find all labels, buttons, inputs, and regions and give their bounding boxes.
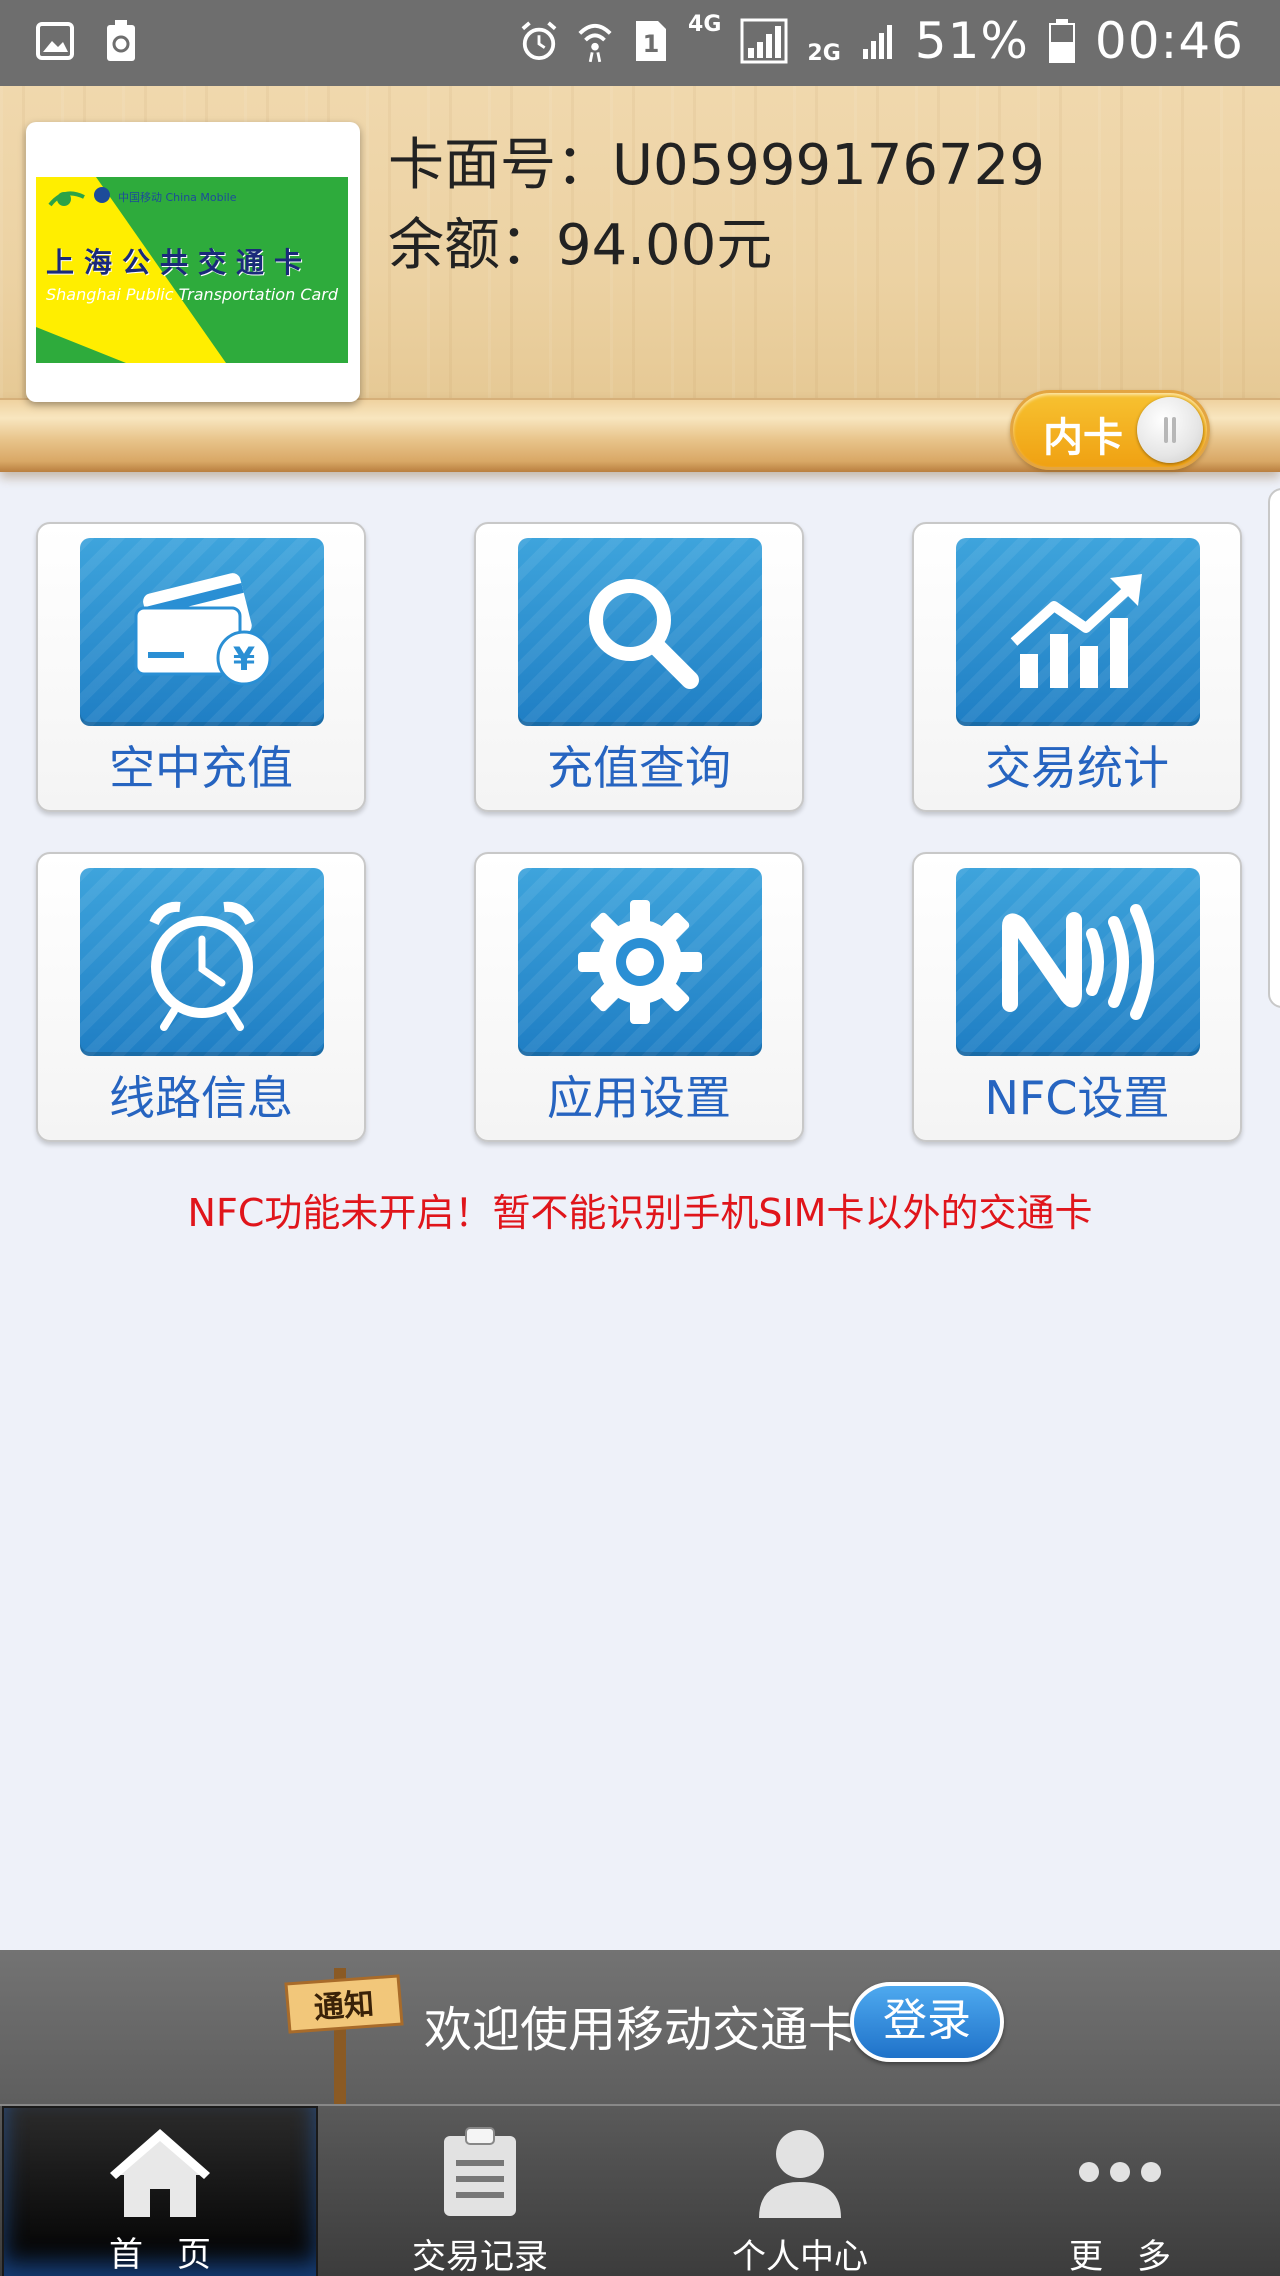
nfc-warning-text: NFC功能未开启！暂不能识别手机SIM卡以外的交通卡 bbox=[187, 1191, 1093, 1235]
next-page-peek[interactable] bbox=[1268, 488, 1280, 1008]
toggle-label: 内卡 bbox=[1043, 415, 1123, 461]
card-balance: 余额：94.00元 bbox=[388, 213, 773, 278]
card-yen-icon: ¥ bbox=[80, 538, 324, 726]
tile-label: 充值查询 bbox=[547, 741, 731, 795]
tile-label: 应用设置 bbox=[547, 1071, 731, 1125]
svg-text:通知: 通知 bbox=[313, 1987, 375, 2026]
card-info: 卡面号：U05999176729 余额：94.00元 bbox=[388, 126, 1045, 286]
battery-percent: 51% bbox=[914, 12, 1029, 70]
gear-icon bbox=[518, 868, 762, 1056]
tile-nfc-settings[interactable]: NFC设置 bbox=[912, 852, 1242, 1142]
gallery-icon bbox=[36, 18, 74, 64]
tile-label: 空中充值 bbox=[109, 741, 293, 795]
tile-trade-stats[interactable]: 交易统计 bbox=[912, 522, 1242, 812]
nav-label: 更 多 bbox=[1069, 2237, 1171, 2276]
tile-air-recharge[interactable]: ¥ 空中充值 bbox=[36, 522, 366, 812]
clock: 00:46 bbox=[1094, 12, 1244, 70]
card-number: 卡面号：U05999176729 bbox=[388, 133, 1045, 198]
notice-text: 欢迎使用移动交通卡 bbox=[424, 2002, 857, 2058]
more-dots-icon bbox=[1065, 2122, 1175, 2222]
nav-label: 个人中心 bbox=[732, 2237, 868, 2276]
signal-2g-icon bbox=[859, 18, 897, 64]
tile-app-settings[interactable]: 应用设置 bbox=[474, 852, 804, 1142]
chart-trend-icon bbox=[956, 538, 1200, 726]
battery-icon bbox=[1047, 18, 1077, 64]
svg-text:¥: ¥ bbox=[233, 640, 255, 678]
nav-more[interactable]: 更 多 bbox=[960, 2106, 1280, 2276]
clipboard-icon bbox=[425, 2122, 535, 2222]
nav-label: 交易记录 bbox=[412, 2237, 548, 2276]
transport-card-image[interactable]: 中国移动 China Mobile 上海公共交通卡 Shanghai Publi… bbox=[26, 122, 360, 402]
magnifier-icon bbox=[518, 538, 762, 726]
person-icon bbox=[745, 2122, 855, 2222]
notice-sign-icon: 通知 bbox=[280, 1962, 406, 2104]
card-logo-text: 中国移动 China Mobile bbox=[118, 191, 237, 204]
nfc-icon bbox=[956, 868, 1200, 1056]
tile-recharge-query[interactable]: 充值查询 bbox=[474, 522, 804, 812]
nav-label: 首 页 bbox=[109, 2235, 211, 2275]
nav-home[interactable]: 首 页 bbox=[2, 2106, 318, 2276]
login-button[interactable]: 登录 bbox=[850, 1982, 1004, 2062]
card-subtitle: Shanghai Public Transportation Card bbox=[46, 285, 339, 304]
bottom-nav: 首 页 交易记录 个人中心 更 多 bbox=[0, 2104, 1280, 2276]
nav-personal-center[interactable]: 个人中心 bbox=[640, 2106, 960, 2276]
wifi-icon bbox=[576, 18, 614, 64]
network-2g-label: 2G bbox=[807, 41, 841, 66]
tile-label: 线路信息 bbox=[109, 1071, 293, 1125]
sim-icon: 1 bbox=[632, 18, 670, 64]
signal-icon bbox=[739, 18, 789, 64]
network-4g-label: 4G bbox=[688, 12, 722, 37]
tile-route-info[interactable]: 线路信息 bbox=[36, 852, 366, 1142]
nav-trade-records[interactable]: 交易记录 bbox=[320, 2106, 640, 2276]
card-title: 上海公共交通卡 bbox=[46, 246, 313, 279]
recycle-icon bbox=[102, 18, 140, 64]
toggle-knob[interactable] bbox=[1137, 397, 1203, 463]
alarm-icon bbox=[520, 18, 558, 64]
card-face: 中国移动 China Mobile 上海公共交通卡 Shanghai Publi… bbox=[36, 177, 348, 363]
status-bar: 1 4G 2G 51% 00:46 bbox=[0, 0, 1280, 86]
tile-label: 交易统计 bbox=[985, 741, 1169, 795]
card-source-toggle[interactable]: 内卡 bbox=[1010, 390, 1210, 470]
tile-label: NFC设置 bbox=[984, 1071, 1170, 1125]
alarm-clock-icon bbox=[80, 868, 324, 1056]
home-icon bbox=[105, 2124, 215, 2224]
svg-text:1: 1 bbox=[643, 30, 660, 58]
